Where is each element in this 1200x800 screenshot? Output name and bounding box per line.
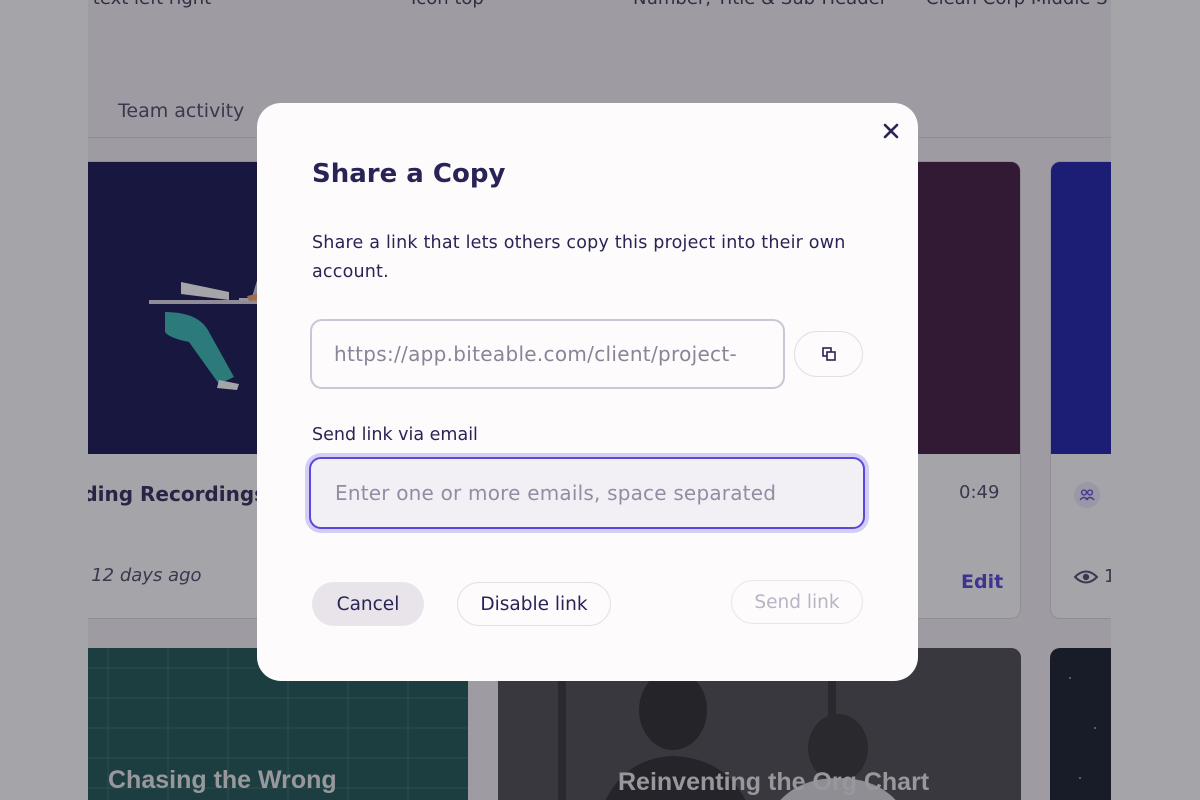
copy-icon <box>821 347 836 361</box>
dialog-title: Share a Copy <box>312 159 506 189</box>
copy-link-button[interactable] <box>794 331 863 377</box>
send-link-button[interactable]: Send link <box>731 580 863 624</box>
email-label: Send link via email <box>312 425 478 445</box>
email-placeholder: Enter one or more emails, space separate… <box>335 481 777 505</box>
share-copy-dialog: Share a Copy Share a link that lets othe… <box>257 103 918 681</box>
close-icon <box>883 123 899 139</box>
dialog-description: Share a link that lets others copy this … <box>312 233 846 282</box>
share-link-field[interactable]: https://app.biteable.com/client/project- <box>310 319 785 389</box>
close-button[interactable] <box>879 119 903 143</box>
cancel-button[interactable]: Cancel <box>312 582 424 626</box>
share-link-value: https://app.biteable.com/client/project- <box>334 342 738 366</box>
disable-link-button[interactable]: Disable link <box>457 582 611 626</box>
email-input[interactable]: Enter one or more emails, space separate… <box>309 457 865 529</box>
